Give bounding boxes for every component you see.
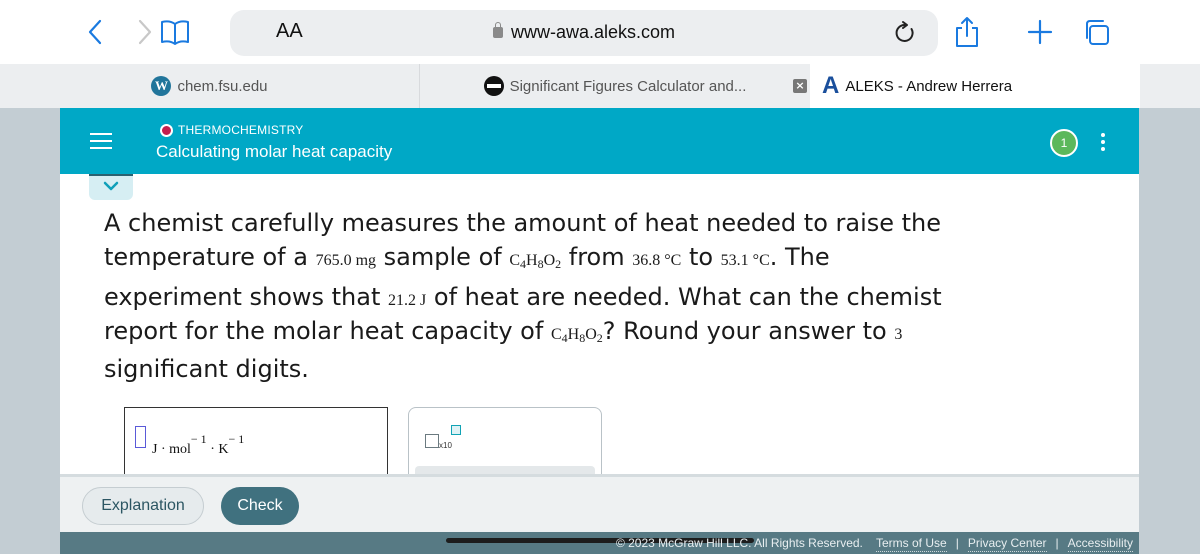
reload-icon <box>895 21 914 42</box>
question-text-span: of heat are needed. What can the chemist <box>426 283 942 311</box>
reload-button[interactable] <box>892 20 918 46</box>
chemical-formula: C4H8O2 <box>509 252 561 271</box>
question-text-span: report for the molar heat capacity of <box>104 317 551 345</box>
unit-exponent: − 1 <box>228 432 245 446</box>
footer-separator: | <box>1055 536 1059 550</box>
collapse-toggle[interactable] <box>89 174 133 200</box>
math-tools-palette: x10 <box>408 407 602 478</box>
answer-input[interactable] <box>135 426 146 448</box>
copyright-text: © 2023 McGraw Hill LLC. All Rights Reser… <box>615 536 863 550</box>
answer-units: J · mol− 1 · K− 1 <box>152 432 244 458</box>
lesson-title: Calculating molar heat capacity <box>156 142 393 161</box>
x10-label: x10 <box>439 441 452 450</box>
exponent-box-icon <box>451 425 461 435</box>
action-bar: Explanation Check <box>60 474 1139 532</box>
question-text-span: ? Round your answer to <box>602 317 895 345</box>
chevron-down-icon <box>103 181 119 191</box>
share-icon <box>956 17 978 47</box>
footer: © 2023 McGraw Hill LLC. All Rights Reser… <box>60 532 1139 554</box>
question-text-span: temperature of a <box>104 243 316 271</box>
question-text-span: significant digits. <box>104 355 309 383</box>
aleks-header: THERMOCHEMISTRY Calculating molar heat c… <box>60 108 1139 174</box>
unit-dot: · <box>210 442 215 457</box>
footer-separator: | <box>955 536 959 550</box>
progress-badge[interactable]: 1 <box>1050 129 1078 157</box>
formula-element: C <box>509 252 520 269</box>
tab-title: chem.fsu.edu <box>177 77 268 95</box>
initial-temperature: 36.8 °C <box>632 252 682 269</box>
question-text: A chemist carefully measures the amount … <box>104 206 1004 386</box>
question-line: A chemist carefully measures the amount … <box>104 206 1004 240</box>
topic-label: THERMOCHEMISTRY <box>178 123 304 137</box>
tab-aleks[interactable]: A ALEKS - Andrew Herrera <box>810 64 1140 108</box>
heat-amount: 21.2 J <box>388 292 427 309</box>
unit-exponent: − 1 <box>190 432 207 446</box>
tab-title: Significant Figures Calculator and... <box>509 77 747 95</box>
formula-element: O <box>543 252 556 269</box>
answer-area: J · mol− 1 · K− 1 <box>124 407 388 477</box>
share-button[interactable] <box>952 14 982 50</box>
scientific-notation-button[interactable] <box>425 434 439 448</box>
tabs-overview-button[interactable] <box>1078 14 1114 50</box>
more-options-button[interactable] <box>1096 131 1110 155</box>
lock-icon <box>492 22 503 38</box>
bookmarks-button[interactable] <box>155 14 195 50</box>
chevron-left-icon <box>88 19 102 45</box>
topic-status-dot <box>160 124 173 137</box>
url-text: www-awa.aleks.com <box>510 22 676 42</box>
formula-element: O <box>585 326 597 343</box>
question-line: report for the molar heat capacity of C4… <box>104 314 1004 348</box>
chemical-formula: C4H8O2 <box>550 326 603 345</box>
question-text-span: experiment shows that <box>104 283 389 311</box>
unit-kelvin: K <box>218 442 229 457</box>
question-text-span: to <box>681 243 721 271</box>
formula-element: C <box>550 326 562 343</box>
site-icon <box>483 76 504 96</box>
tab-chem-fsu[interactable]: W chem.fsu.edu <box>0 64 420 108</box>
question-text-span: A chemist carefully measures the amount … <box>104 209 942 237</box>
question-text-span: from <box>561 243 633 271</box>
close-tab-icon[interactable]: × <box>793 79 807 93</box>
menu-button[interactable] <box>88 128 114 154</box>
question-line: temperature of a 765.0 mg sample of C4H8… <box>104 240 1004 274</box>
left-gutter <box>0 108 60 554</box>
tabs-icon <box>1086 20 1109 45</box>
sig-digits-count: 3 <box>894 326 903 343</box>
tab-sig-figs-calculator[interactable]: Significant Figures Calculator and... <box>420 64 810 108</box>
question-text-span: sample of <box>376 243 510 271</box>
formula-element: H <box>567 326 580 343</box>
unit-dot: · <box>160 442 166 457</box>
browser-toolbar: AA www-awa.aleks.com <box>0 0 1200 64</box>
question-text-span: . The <box>769 243 830 271</box>
explanation-button[interactable]: Explanation <box>82 487 204 525</box>
terms-of-use-link[interactable]: Terms of Use <box>876 536 947 552</box>
url-display[interactable]: www-awa.aleks.com <box>230 22 938 43</box>
formula-element: H <box>526 252 538 269</box>
unit-mol: mol <box>169 442 191 457</box>
accessibility-link[interactable]: Accessibility <box>1067 536 1133 552</box>
privacy-center-link[interactable]: Privacy Center <box>967 536 1047 552</box>
plus-icon <box>1027 19 1053 45</box>
book-icon <box>161 20 189 45</box>
footer-text: © 2023 McGraw Hill LLC. All Rights Reser… <box>615 536 1133 552</box>
aleks-icon: A <box>822 72 840 99</box>
question-line: significant digits. <box>104 352 1004 386</box>
more-vertical-icon <box>1096 133 1110 151</box>
final-temperature: 53.1 °C <box>720 252 770 269</box>
tab-strip: W chem.fsu.edu Significant Figures Calcu… <box>0 64 1200 108</box>
address-bar[interactable]: AA www-awa.aleks.com <box>230 10 938 56</box>
check-button[interactable]: Check <box>221 487 299 525</box>
back-button[interactable] <box>80 14 110 50</box>
sample-mass: 765.0 mg <box>315 252 377 269</box>
tab-title: ALEKS - Andrew Herrera <box>845 77 1013 95</box>
new-tab-button[interactable] <box>1022 14 1058 50</box>
unit-joule: J <box>152 442 158 457</box>
hamburger-icon <box>88 133 114 149</box>
wordpress-icon: W <box>151 76 172 96</box>
right-gutter <box>1139 108 1200 554</box>
chevron-right-icon <box>138 19 152 45</box>
question-line: experiment shows that 21.2 J of heat are… <box>104 280 1004 314</box>
